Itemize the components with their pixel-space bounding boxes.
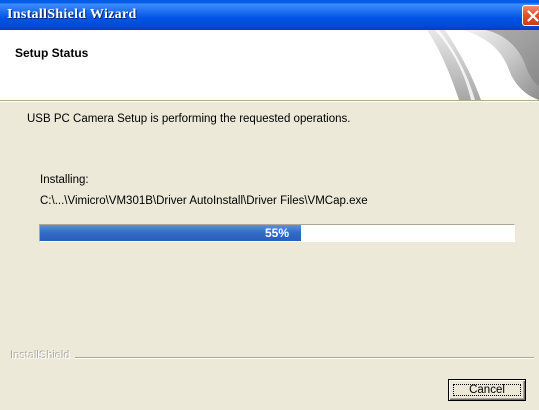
- page-title: Setup Status: [15, 46, 89, 60]
- title-bar[interactable]: InstallShield Wizard: [0, 0, 539, 30]
- installshield-brand-label: InstallShield: [11, 350, 71, 362]
- installshield-swirl-graphic: [427, 30, 539, 100]
- current-file-path: C:\...\Vimicro\VM301B\Driver AutoInstall…: [40, 195, 368, 207]
- close-icon: [527, 10, 539, 22]
- close-button[interactable]: [522, 5, 539, 26]
- footer-divider: [75, 357, 534, 359]
- header-divider: [0, 100, 539, 102]
- install-progress-bar: 55%: [39, 224, 515, 242]
- installing-label: Installing:: [40, 174, 89, 186]
- wizard-header: Setup Status: [0, 30, 539, 100]
- cancel-button-label: Cancel: [469, 384, 505, 396]
- installshield-wizard-window: InstallShield Wizard Setup Status USB PC…: [0, 0, 539, 410]
- progress-percent-label: 55%: [264, 226, 290, 240]
- cancel-button[interactable]: Cancel: [448, 379, 526, 401]
- window-title: InstallShield Wizard: [7, 7, 137, 22]
- status-message: USB PC Camera Setup is performing the re…: [27, 113, 351, 125]
